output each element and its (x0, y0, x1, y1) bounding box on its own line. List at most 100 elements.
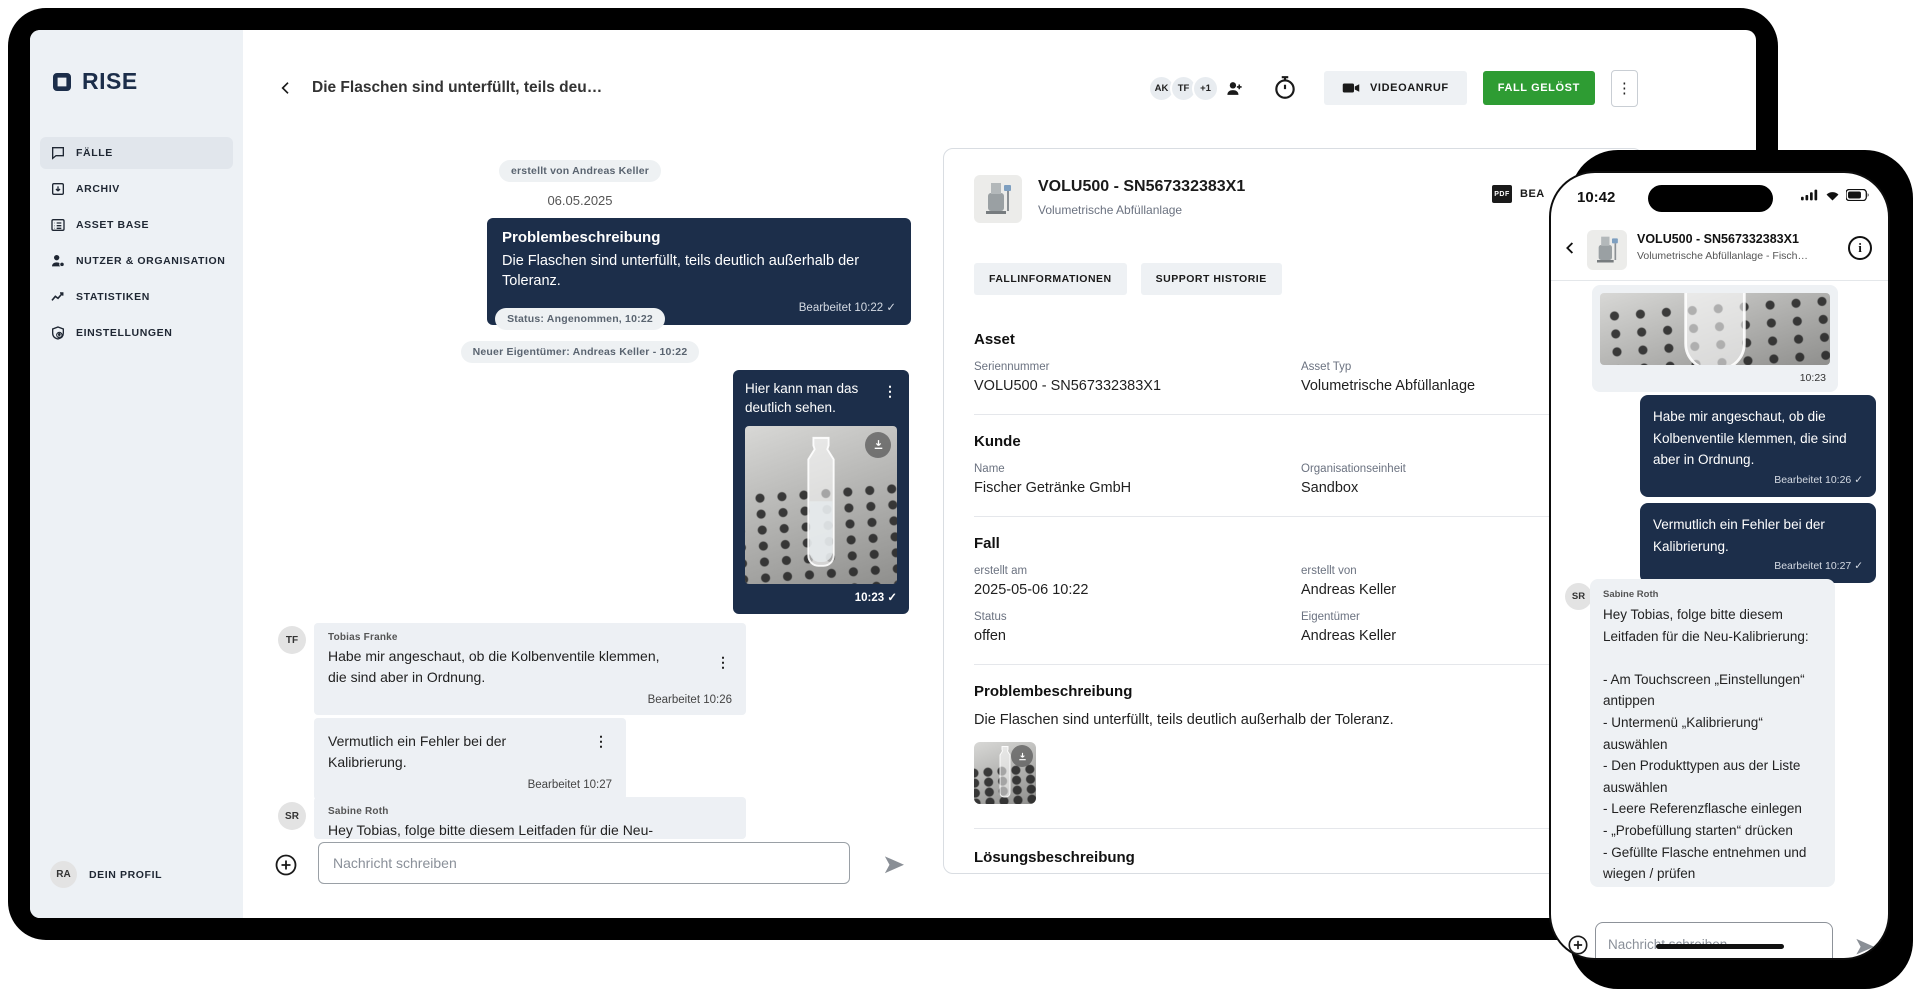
status-chip: Status: Angenommen, 10:22 (245, 308, 915, 330)
asset-title: VOLU500 - SN567332383X1 (1637, 232, 1799, 246)
avatar-more[interactable]: +1 (1192, 75, 1219, 102)
field-value: offen (974, 628, 1301, 644)
add-member-button[interactable] (1225, 79, 1244, 98)
bubble-time: 10:23 ✓ (745, 590, 897, 604)
divider (974, 414, 1612, 415)
sidebar-item-label: NUTZER & ORGANISATION (76, 255, 225, 267)
tab-support-historie[interactable]: SUPPORT HISTORIE (1141, 263, 1282, 295)
message-menu-icon[interactable]: ⋮ (883, 384, 897, 398)
line-chart-icon (50, 289, 66, 305)
owner-chip: Neuer Eigentümer: Andreas Keller - 10:22 (245, 341, 915, 363)
divider (974, 664, 1612, 665)
sidebar-item-archiv[interactable]: ARCHIV (40, 173, 233, 205)
home-indicator[interactable] (1656, 944, 1784, 949)
field-value: 2025-05-06 10:22 (974, 582, 1301, 598)
rise-logo-icon (50, 70, 74, 94)
wifi-icon (1824, 189, 1841, 201)
asset-subtitle: Volumetrische Abfüllanlage - Fisch… (1637, 250, 1808, 262)
plus-circle-icon (274, 853, 298, 877)
sidebar-item-label: EINSTELLUNGEN (76, 327, 172, 339)
message-meta: Bearbeitet 10:26 ✓ (1653, 474, 1863, 486)
created-by-chip: erstellt von Andreas Keller (245, 160, 915, 182)
signal-icon (1801, 189, 1819, 201)
asset-thumbnail (1587, 230, 1627, 270)
field-label: Status (974, 611, 1301, 623)
header-menu-button[interactable]: ⋮ (1611, 70, 1638, 107)
back-button[interactable] (273, 75, 299, 101)
avatar: TF (278, 626, 306, 654)
sidebar-item-nutzer-organisation[interactable]: NUTZER & ORGANISATION (40, 245, 233, 277)
sidebar-item-label: FÄLLE (76, 147, 113, 159)
asset-title: VOLU500 - SN567332383X1 (1038, 178, 1245, 196)
list-icon (50, 217, 66, 233)
field-label: Seriennummer (974, 361, 1301, 373)
sidebar-item-statistiken[interactable]: STATISTIKEN (40, 281, 233, 313)
bubble-text: Hier kann man das deutlich sehen. (745, 380, 867, 418)
asset-thumbnail (974, 175, 1022, 223)
message-bubble: Vermutlich ein Fehler bei der Kalibrieru… (314, 718, 626, 800)
back-button[interactable] (1563, 237, 1578, 264)
phone-clock: 10:42 (1577, 189, 1615, 206)
app-window: RISE FÄLLE ARCHIV ASSET BASE NUTZER & OR… (30, 30, 1756, 918)
message-text: Hey Tobias, folge bitte diesem Leitfaden… (328, 820, 732, 839)
plus-circle-icon (1567, 934, 1589, 956)
problem-photo-thumbnail[interactable] (974, 742, 1036, 804)
photo-message-bubble: 10:23 (1592, 285, 1838, 392)
info-icon[interactable]: i (1848, 236, 1872, 260)
battery-icon (1846, 189, 1870, 201)
message-meta: Bearbeitet 10:26 (328, 694, 732, 706)
videocall-button[interactable]: VIDEOANRUF (1324, 71, 1467, 105)
chat-bubble-icon (50, 145, 66, 161)
message-text: Hey Tobias, folge bitte diesem Leitfaden… (1603, 604, 1822, 885)
sidebar-item-faelle[interactable]: FÄLLE (40, 137, 233, 169)
message-bubble: Tobias Franke Habe mir angeschaut, ob di… (314, 623, 746, 715)
send-button[interactable] (1850, 934, 1874, 960)
timer-button[interactable] (1272, 75, 1298, 101)
sidebar-item-asset-base[interactable]: ASSET BASE (40, 209, 233, 241)
section-heading-solution: Lösungsbeschreibung (974, 849, 1612, 866)
message-menu-icon[interactable]: ⋮ (594, 734, 608, 748)
bottle-photo[interactable] (1600, 293, 1830, 365)
download-icon[interactable] (865, 432, 891, 458)
app-logo: RISE (50, 68, 243, 95)
video-camera-icon (1342, 81, 1360, 95)
message-bubble: Sabine Roth Hey Tobias, folge bitte dies… (1590, 579, 1835, 887)
case-resolved-button[interactable]: FALL GELÖST (1483, 71, 1595, 105)
divider (974, 828, 1612, 829)
message-text: Vermutlich ein Fehler bei der Kalibrieru… (328, 731, 578, 773)
profile-label: DEIN PROFIL (89, 869, 162, 881)
message-input[interactable] (1595, 922, 1833, 960)
send-button[interactable] (878, 851, 904, 882)
message-input[interactable] (318, 842, 850, 884)
app-logo-text: RISE (82, 68, 138, 95)
sidebar-item-einstellungen[interactable]: EINSTELLUNGEN (40, 317, 233, 349)
bubble-text: Die Flaschen sind unterfüllt, teils deut… (502, 251, 896, 292)
bubble-time: 10:23 (1600, 372, 1830, 384)
message-text: Vermutlich ein Fehler bei der Kalibrieru… (1653, 514, 1863, 557)
asset-subtitle: Volumetrische Abfüllanlage (1038, 203, 1245, 217)
pdf-icon: PDF (1492, 185, 1512, 203)
phone-device: 10:42 VOLU500 - SN567332383X1 Volumetris… (1549, 171, 1890, 960)
field-label: Name (974, 463, 1301, 475)
problem-text: Die Flaschen sind unterfüllt, teils deut… (974, 712, 1612, 728)
shield-user-icon (50, 325, 66, 341)
message-bubble: Sabine Roth Hey Tobias, folge bitte dies… (314, 797, 746, 839)
sidebar: RISE FÄLLE ARCHIV ASSET BASE NUTZER & OR… (30, 30, 243, 918)
avatar: RA (50, 861, 77, 888)
dynamic-island (1648, 185, 1773, 212)
bottle-photo[interactable] (745, 426, 897, 584)
desktop-device-frame: RISE FÄLLE ARCHIV ASSET BASE NUTZER & OR… (8, 8, 1778, 940)
tab-fallinformationen[interactable]: FALLINFORMATIONEN (974, 263, 1127, 295)
avatar: SR (278, 802, 306, 830)
videocall-label: VIDEOANRUF (1370, 82, 1449, 94)
edit-button[interactable]: PDF BEA (1492, 185, 1545, 203)
download-icon[interactable] (1011, 745, 1033, 767)
field-value: Fischer Getränke GmbH (974, 480, 1301, 496)
chevron-left-icon (1563, 237, 1578, 259)
profile-entry[interactable]: RA DEIN PROFIL (50, 861, 162, 888)
attach-button[interactable] (1567, 934, 1589, 960)
send-icon (1850, 934, 1874, 958)
message-menu-icon[interactable]: ⋮ (716, 655, 730, 669)
message-meta: Bearbeitet 10:27 ✓ (1653, 560, 1863, 572)
attach-button[interactable] (274, 853, 298, 882)
